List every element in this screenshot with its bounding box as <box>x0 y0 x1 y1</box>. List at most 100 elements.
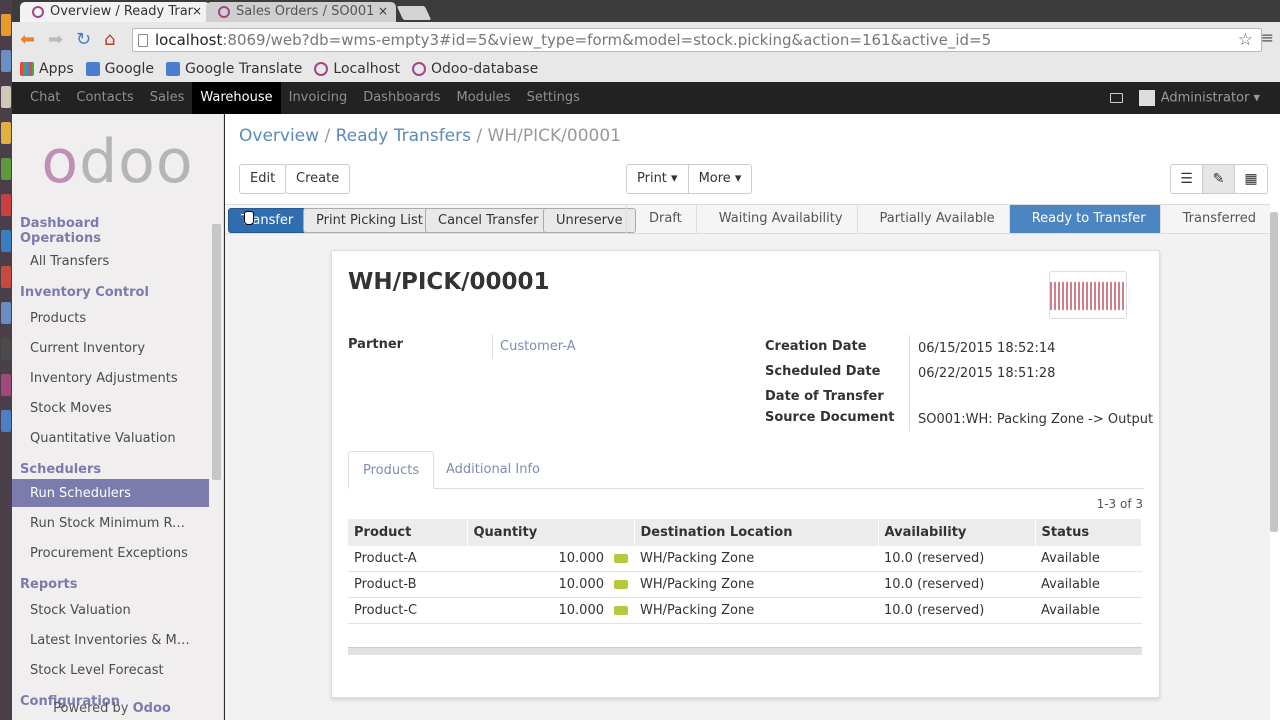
stage-draft[interactable]: Draft <box>625 205 696 233</box>
menu-invoicing[interactable]: Invoicing <box>281 82 356 114</box>
launcher-app-icon[interactable] <box>1 50 11 72</box>
breadcrumb-overview[interactable]: Overview <box>239 126 319 146</box>
table-row[interactable]: Product-A 10.000 WH/Packing Zone 10.0 (r… <box>348 546 1142 572</box>
column-header-destination[interactable]: Destination Location <box>634 519 879 546</box>
sidebar-scrollbar[interactable] <box>212 224 221 480</box>
stage-partially-available[interactable]: Partially Available <box>856 205 1009 233</box>
partner-field[interactable]: Customer-A <box>500 339 576 354</box>
browser-menu-icon[interactable]: ≡ <box>1261 28 1274 47</box>
reload-icon[interactable]: ↻ <box>76 30 91 50</box>
print-dropdown-button[interactable]: Print ▾ <box>627 165 689 193</box>
table-row[interactable]: Product-B 10.000 WH/Packing Zone 10.0 (r… <box>348 571 1142 598</box>
column-header-quantity[interactable]: Quantity <box>467 519 635 546</box>
source-document-field[interactable]: SO001:WH: Packing Zone -> Output <box>918 412 1153 427</box>
column-header-product[interactable]: Product <box>348 519 468 546</box>
column-header-status[interactable]: Status <box>1035 519 1142 546</box>
stage-waiting-availability[interactable]: Waiting Availability <box>695 205 857 233</box>
sidebar-header-schedulers[interactable]: Schedulers <box>12 452 223 479</box>
mouse-cursor-icon <box>244 211 254 225</box>
bookmark-google-translate[interactable]: Google Translate <box>166 58 302 80</box>
bookmark-odoo-database[interactable]: Odoo-database <box>411 58 538 80</box>
quantity-value: 10.000 <box>558 551 605 566</box>
sidebar-header-reports[interactable]: Reports <box>12 567 223 594</box>
bookmark-google[interactable]: Google <box>85 58 154 80</box>
pager[interactable]: 1-3 of 3 <box>1097 497 1143 511</box>
truck-icon[interactable] <box>614 554 628 563</box>
more-dropdown-button[interactable]: More ▾ <box>689 165 752 193</box>
sidebar-item-stock-valuation[interactable]: Stock Valuation <box>12 594 209 624</box>
stage-transferred[interactable]: Transferred <box>1159 205 1270 233</box>
launcher-app-icon[interactable] <box>1 14 11 36</box>
scheduled-date-field[interactable]: 06/22/2015 18:51:28 <box>918 366 1055 381</box>
mail-icon[interactable] <box>1109 93 1123 103</box>
creation-date-field[interactable]: 06/15/2015 18:52:14 <box>918 341 1055 356</box>
sidebar-header-dashboard-operations[interactable]: Dashboard Operations <box>12 210 132 248</box>
sidebar-item-current-inventory[interactable]: Current Inventory <box>12 332 209 362</box>
cell-status: Available <box>1035 571 1142 598</box>
edit-button[interactable]: Edit <box>239 164 287 194</box>
sidebar-header-inventory-control[interactable]: Inventory Control <box>12 275 223 302</box>
table-row[interactable]: Product-C 10.000 WH/Packing Zone 10.0 (r… <box>348 597 1142 624</box>
create-button[interactable]: Create <box>285 164 351 194</box>
forward-arrow-icon[interactable]: ➡ <box>48 30 63 50</box>
launcher-app-icon[interactable] <box>1 86 11 108</box>
sidebar-item-latest-inventories[interactable]: Latest Inventories & Mo... <box>12 624 209 654</box>
launcher-app-icon[interactable] <box>1 374 11 396</box>
launcher-app-icon[interactable] <box>1 338 11 360</box>
sidebar-item-stock-level-forecast[interactable]: Stock Level Forecast <box>12 654 209 684</box>
sidebar-item-stock-moves[interactable]: Stock Moves <box>12 392 209 422</box>
browser-tab-overview[interactable]: Overview / Ready Trar × <box>20 2 210 22</box>
menu-warehouse[interactable]: Warehouse <box>192 82 281 114</box>
breadcrumb-ready-transfers[interactable]: Ready Transfers <box>336 126 471 146</box>
url-input[interactable]: localhost:8069/web?db=wms-empty3#id=5&vi… <box>132 28 1262 52</box>
user-menu[interactable]: Administrator ▾ <box>1138 90 1260 106</box>
print-more-group: Print ▾ More ▾ <box>626 164 753 194</box>
unreserve-button[interactable]: Unreserve <box>543 208 636 233</box>
powered-by-brand[interactable]: Odoo <box>133 701 171 716</box>
menu-dashboards[interactable]: Dashboards <box>355 82 448 114</box>
menu-contacts[interactable]: Contacts <box>68 82 141 114</box>
sidebar-item-run-stock-minimum-rules[interactable]: Run Stock Minimum Rul... <box>12 507 209 537</box>
menu-sales[interactable]: Sales <box>142 82 193 114</box>
launcher-app-icon[interactable] <box>1 230 11 252</box>
truck-icon[interactable] <box>614 580 628 589</box>
tab-additional-info[interactable]: Additional Info <box>432 451 554 489</box>
sidebar-item-products[interactable]: Products <box>12 302 209 332</box>
back-arrow-icon[interactable]: ⬅ <box>20 30 35 50</box>
sidebar-item-run-schedulers[interactable]: Run Schedulers <box>12 479 209 507</box>
close-tab-icon[interactable]: × <box>192 2 202 21</box>
menu-chat[interactable]: Chat <box>22 82 68 114</box>
page-scrollbar[interactable] <box>1270 212 1278 532</box>
sidebar-item-all-transfers[interactable]: All Transfers <box>12 248 209 275</box>
menu-settings[interactable]: Settings <box>519 82 588 114</box>
form-notebook-tabs: Products Additional Info <box>348 451 1144 489</box>
launcher-app-icon[interactable] <box>1 302 11 324</box>
bookmark-apps[interactable]: Apps <box>20 58 74 80</box>
list-view-icon[interactable]: ☰ <box>1171 165 1203 193</box>
form-view-icon[interactable]: ✎ <box>1203 165 1235 193</box>
column-header-availability[interactable]: Availability <box>878 519 1036 546</box>
home-icon[interactable]: ⌂ <box>104 30 115 50</box>
tab-products[interactable]: Products <box>348 451 435 489</box>
close-tab-icon[interactable]: × <box>378 2 388 21</box>
launcher-app-icon[interactable] <box>1 194 11 216</box>
sidebar-item-inventory-adjustments[interactable]: Inventory Adjustments <box>12 362 209 392</box>
bookmark-localhost[interactable]: Localhost <box>314 58 400 80</box>
launcher-app-icon[interactable] <box>1 410 11 432</box>
truck-icon[interactable] <box>614 606 628 615</box>
new-tab-button[interactable] <box>396 6 432 20</box>
launcher-app-icon[interactable] <box>1 266 11 288</box>
sidebar-item-procurement-exceptions[interactable]: Procurement Exceptions <box>12 537 209 567</box>
browser-tab-sales-orders[interactable]: Sales Orders / SO001 × <box>206 2 396 22</box>
print-picking-list-button[interactable]: Print Picking List <box>303 208 436 233</box>
launcher-app-icon[interactable] <box>1 122 11 144</box>
odoo-logo[interactable]: o doo <box>12 114 223 210</box>
cancel-transfer-button[interactable]: Cancel Transfer <box>425 208 552 233</box>
transfer-button[interactable]: Transfer <box>228 208 307 233</box>
menu-modules[interactable]: Modules <box>449 82 519 114</box>
stage-ready-to-transfer[interactable]: Ready to Transfer <box>1008 205 1160 233</box>
sidebar-item-quantitative-valuation[interactable]: Quantitative Valuation <box>12 422 209 452</box>
bookmark-star-icon[interactable]: ☆ <box>1238 29 1253 51</box>
launcher-app-icon[interactable] <box>1 158 11 180</box>
calendar-view-icon[interactable]: ▦ <box>1235 165 1267 193</box>
